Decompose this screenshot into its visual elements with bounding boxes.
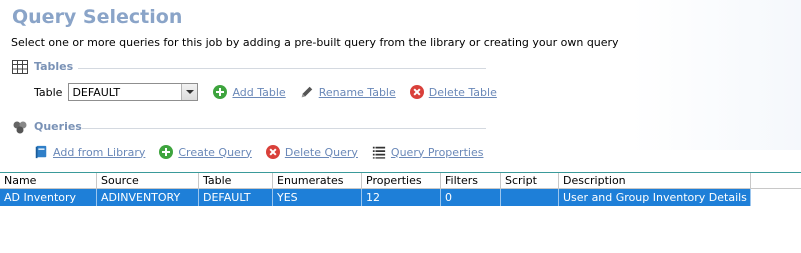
cell-description: User and Group Inventory Details	[559, 189, 751, 206]
column-header-script[interactable]: Script	[501, 173, 559, 189]
column-header-source[interactable]: Source	[97, 173, 199, 189]
query-properties-button[interactable]: Query Properties	[372, 145, 484, 159]
plus-circle-icon	[159, 145, 174, 159]
background-fade	[631, 0, 801, 150]
create-query-button[interactable]: Create Query	[159, 145, 252, 159]
page-title: Query Selection	[12, 6, 183, 28]
delete-circle-icon	[409, 85, 424, 99]
cell-properties: 12	[362, 189, 441, 206]
delete-table-label: Delete Table	[428, 85, 497, 99]
table-row[interactable]: AD Inventory ADINVENTORY DEFAULT YES 12 …	[0, 189, 751, 206]
add-table-label: Add Table	[232, 85, 286, 99]
delete-query-button[interactable]: Delete Query	[265, 145, 358, 159]
add-from-library-button[interactable]: Add from Library	[34, 145, 145, 159]
cell-filters: 0	[441, 189, 501, 206]
pencil-icon	[301, 86, 312, 98]
grid-header: Name Source Table Enumerates Properties …	[0, 172, 801, 189]
rename-table-button[interactable]: Rename Table	[300, 85, 396, 99]
create-query-label: Create Query	[178, 145, 252, 159]
cell-script	[501, 189, 559, 206]
rename-table-label: Rename Table	[318, 85, 396, 99]
queries-divider	[82, 128, 486, 129]
plus-circle-icon	[213, 85, 228, 99]
tables-section-header: Tables	[10, 59, 486, 77]
cell-source: ADINVENTORY	[97, 189, 199, 206]
column-header-name[interactable]: Name	[0, 173, 97, 189]
delete-circle-icon	[265, 145, 280, 159]
column-header-properties[interactable]: Properties	[362, 173, 441, 189]
tables-divider	[78, 68, 486, 69]
table-label: Table	[34, 85, 63, 99]
column-header-enumerates[interactable]: Enumerates	[273, 173, 362, 189]
queries-section-header: Queries	[10, 119, 486, 137]
table-select[interactable]: DEFAULT	[68, 83, 199, 101]
table-icon	[12, 60, 28, 74]
column-header-table[interactable]: Table	[199, 173, 273, 189]
queries-icon	[13, 121, 27, 134]
query-toolbar: Add from Library Create Query Delete Que…	[20, 145, 483, 159]
tables-heading: Tables	[34, 60, 74, 73]
delete-query-label: Delete Query	[284, 145, 358, 159]
add-table-button[interactable]: Add Table	[213, 85, 286, 99]
column-header-description[interactable]: Description	[559, 173, 751, 189]
list-icon	[372, 146, 386, 159]
cell-table: DEFAULT	[199, 189, 273, 206]
delete-table-button[interactable]: Delete Table	[409, 85, 497, 99]
table-toolbar: Table DEFAULT Add Table Rename Table Del…	[34, 83, 497, 101]
add-from-library-label: Add from Library	[53, 145, 146, 159]
chevron-down-icon[interactable]	[181, 84, 198, 100]
table-select-value: DEFAULT	[72, 86, 121, 99]
page-subtitle: Select one or more queries for this job …	[11, 36, 619, 49]
queries-heading: Queries	[34, 120, 82, 133]
query-properties-label: Query Properties	[390, 145, 484, 159]
column-header-filters[interactable]: Filters	[441, 173, 501, 189]
book-icon	[35, 145, 47, 159]
cell-enumerates: YES	[273, 189, 362, 206]
cell-name: AD Inventory	[0, 189, 97, 206]
